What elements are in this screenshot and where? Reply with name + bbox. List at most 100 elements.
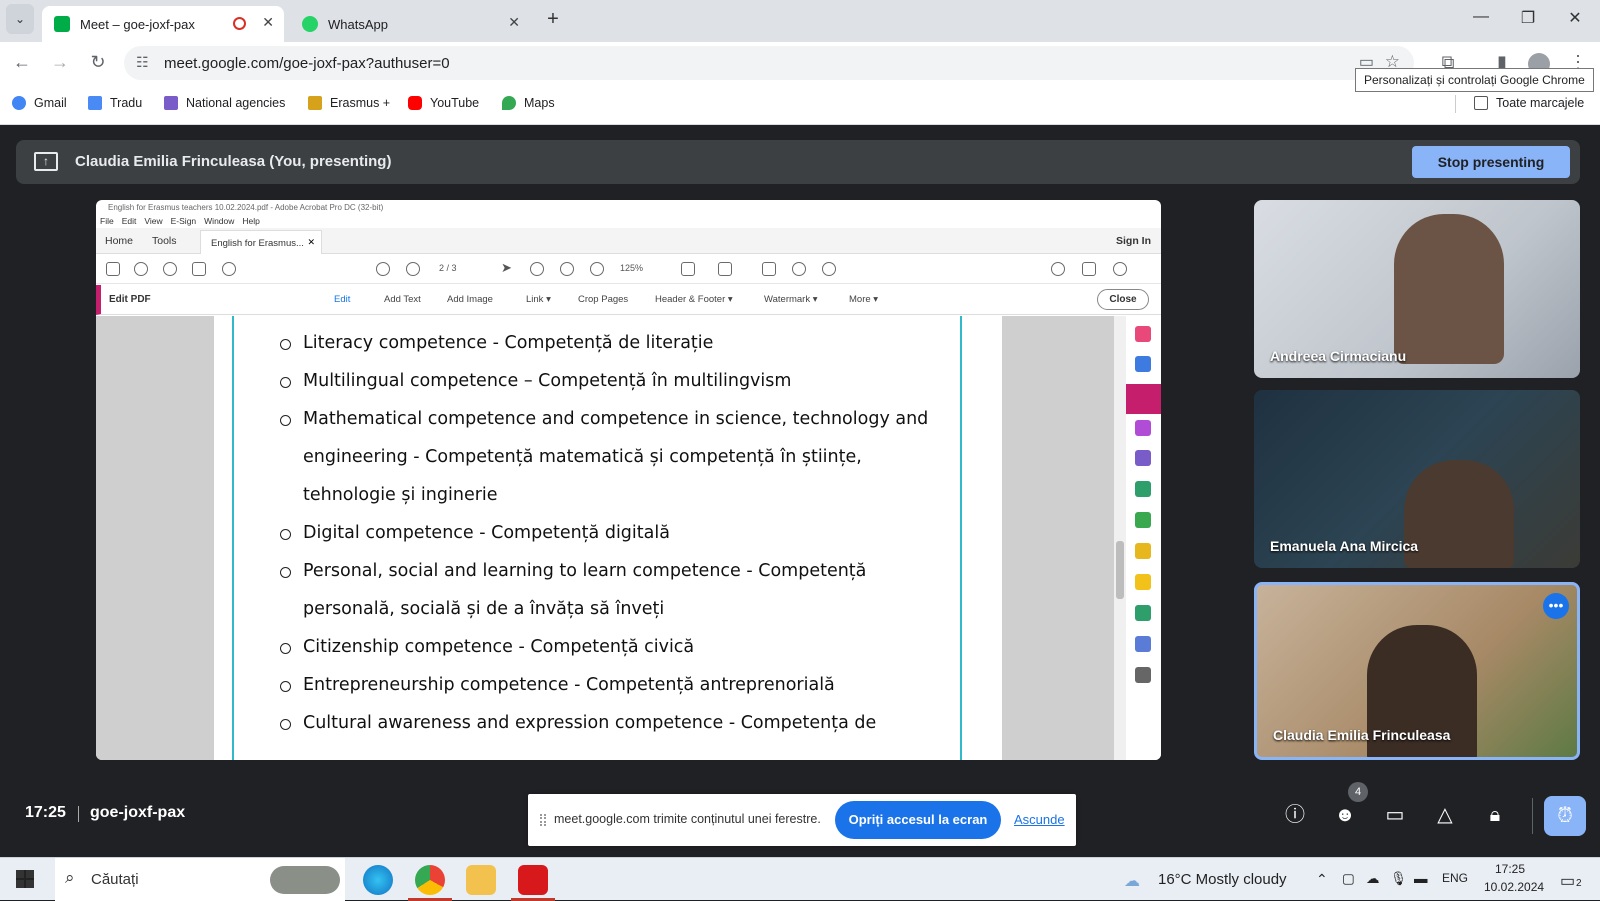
select-cursor-icon[interactable]: ➤ bbox=[501, 260, 515, 275]
comment-tool-icon[interactable] bbox=[1135, 574, 1151, 590]
link-tool[interactable]: Link ▾ bbox=[526, 294, 551, 305]
bookmark-erasmus[interactable]: Erasmus + bbox=[308, 96, 390, 110]
file-explorer-icon[interactable] bbox=[466, 865, 496, 895]
windows-start-icon[interactable] bbox=[16, 870, 34, 888]
cloud-icon[interactable]: ☁ bbox=[1366, 871, 1380, 887]
scan-icon[interactable] bbox=[1135, 543, 1151, 559]
network-icon[interactable]: ▢ bbox=[1342, 871, 1355, 887]
star-icon[interactable] bbox=[134, 262, 148, 276]
bookmark-youtube[interactable]: YouTube bbox=[408, 96, 479, 110]
alarm-clock-icon[interactable]: ⏰︎ bbox=[1544, 796, 1586, 836]
fit-page-icon[interactable] bbox=[681, 262, 695, 276]
more-tool[interactable]: More ▾ bbox=[849, 294, 878, 305]
forms-icon[interactable] bbox=[1135, 420, 1151, 436]
tab-search-chevron-icon[interactable]: ⌄ bbox=[6, 4, 34, 34]
page-indicator[interactable]: 2 / 3 bbox=[439, 263, 457, 273]
close-window-icon[interactable]: ✕ bbox=[1560, 8, 1590, 28]
save-icon[interactable] bbox=[106, 262, 120, 276]
add-text-tool[interactable]: Add Text bbox=[384, 294, 421, 305]
tab-document[interactable]: English for Erasmus... ✕ bbox=[200, 230, 322, 254]
export-icon[interactable] bbox=[1135, 481, 1151, 497]
battery-icon[interactable]: ▬ bbox=[1414, 871, 1428, 886]
acrobat-icon[interactable] bbox=[518, 865, 548, 895]
people-icon[interactable]: ☻ bbox=[1332, 802, 1358, 828]
scroll-thumb[interactable] bbox=[1116, 541, 1124, 599]
close-tab-icon[interactable]: ✕ bbox=[508, 14, 520, 31]
crop-pages-tool[interactable]: Crop Pages bbox=[578, 294, 628, 305]
new-tab-icon[interactable]: + bbox=[538, 8, 568, 31]
close-edit-button[interactable]: Close bbox=[1097, 289, 1149, 310]
taskbar-search[interactable]: ⌕ Căutați bbox=[55, 858, 345, 901]
scroll-mode-icon[interactable] bbox=[718, 262, 732, 276]
bookmark-tradu[interactable]: Tradu bbox=[88, 96, 142, 110]
system-time[interactable]: 17:25 bbox=[1495, 862, 1525, 876]
notifications-icon[interactable]: ▭ bbox=[1560, 871, 1575, 891]
zoom-search-icon[interactable] bbox=[222, 262, 236, 276]
print-production-icon[interactable] bbox=[1135, 605, 1151, 621]
hide-link[interactable]: Ascunde bbox=[1014, 812, 1065, 827]
host-controls-icon[interactable]: 🔒︎ bbox=[1482, 802, 1508, 828]
create-pdf-icon[interactable] bbox=[1135, 326, 1151, 342]
bookmark-gmail[interactable]: Gmail bbox=[12, 96, 67, 110]
participant-tile[interactable]: Andreea Cirmacianu bbox=[1254, 200, 1580, 378]
watermark-tool[interactable]: Watermark ▾ bbox=[764, 294, 818, 305]
stop-presenting-button[interactable]: Stop presenting bbox=[1412, 146, 1570, 178]
weather-text[interactable]: 16°C Mostly cloudy bbox=[1158, 871, 1287, 888]
zoom-in-icon[interactable] bbox=[590, 262, 604, 276]
more-options-icon[interactable]: ••• bbox=[1543, 593, 1569, 619]
upload-icon[interactable] bbox=[163, 262, 177, 276]
menu-esign[interactable]: E-Sign bbox=[171, 216, 197, 226]
share-link-icon[interactable] bbox=[1051, 262, 1065, 276]
page-down-icon[interactable] bbox=[406, 262, 420, 276]
minimize-icon[interactable]: — bbox=[1466, 8, 1496, 26]
tab-home[interactable]: Home bbox=[105, 235, 133, 247]
combine-icon[interactable] bbox=[1135, 356, 1151, 372]
comment-icon[interactable] bbox=[762, 262, 776, 276]
tab-meet[interactable]: Meet – goe-joxf-pax ✕ bbox=[42, 6, 284, 42]
menu-edit[interactable]: Edit bbox=[122, 216, 137, 226]
close-document-icon[interactable]: ✕ bbox=[307, 237, 315, 248]
tab-tools[interactable]: Tools bbox=[152, 235, 177, 247]
more-tools-icon[interactable] bbox=[1135, 667, 1151, 683]
stop-sharing-button[interactable]: Opriți accesul la ecran bbox=[835, 801, 1001, 839]
meeting-info-icon[interactable]: ⓘ bbox=[1282, 802, 1308, 828]
reload-icon[interactable]: ↻ bbox=[86, 52, 110, 73]
show-hidden-icons[interactable]: ⌃ bbox=[1316, 871, 1328, 888]
omnibox[interactable]: ☷ meet.google.com/goe-joxf-pax?authuser=… bbox=[124, 46, 1414, 80]
page-up-icon[interactable] bbox=[376, 262, 390, 276]
edge-icon[interactable] bbox=[363, 865, 393, 895]
menu-file[interactable]: File bbox=[100, 216, 114, 226]
sign-in-link[interactable]: Sign In bbox=[1116, 235, 1151, 247]
back-icon[interactable]: ← bbox=[10, 52, 34, 73]
drag-handle-icon[interactable] bbox=[540, 814, 546, 826]
print-icon[interactable] bbox=[192, 262, 206, 276]
weather-icon[interactable]: ☁ bbox=[1124, 871, 1140, 891]
microphone-icon[interactable]: 🎙︎ bbox=[1390, 871, 1407, 887]
forward-icon[interactable]: → bbox=[48, 52, 72, 73]
system-date[interactable]: 10.02.2024 bbox=[1484, 880, 1544, 894]
vertical-scrollbar[interactable] bbox=[1114, 316, 1126, 760]
sign-icon[interactable] bbox=[822, 262, 836, 276]
menu-help[interactable]: Help bbox=[242, 216, 259, 226]
zoom-level[interactable]: 125% bbox=[620, 263, 643, 273]
url-text[interactable]: meet.google.com/goe-joxf-pax?authuser=0 bbox=[164, 55, 450, 72]
menu-view[interactable]: View bbox=[144, 216, 162, 226]
all-bookmarks[interactable]: Toate marcajele bbox=[1474, 96, 1584, 110]
tab-whatsapp[interactable]: WhatsApp ✕ bbox=[290, 6, 530, 42]
hand-icon[interactable] bbox=[530, 262, 544, 276]
protect-icon[interactable] bbox=[1135, 636, 1151, 652]
fill-sign-icon[interactable] bbox=[1135, 450, 1151, 466]
chat-icon[interactable]: ▭ bbox=[1382, 802, 1408, 828]
edit-tool[interactable]: Edit bbox=[334, 294, 350, 305]
add-user-icon[interactable] bbox=[1113, 262, 1127, 276]
bookmark-maps[interactable]: Maps bbox=[502, 96, 555, 110]
bookmark-national-agencies[interactable]: National agencies bbox=[164, 96, 285, 110]
add-image-tool[interactable]: Add Image bbox=[447, 294, 493, 305]
menu-window[interactable]: Window bbox=[204, 216, 234, 226]
organize-icon[interactable] bbox=[1135, 512, 1151, 528]
language-indicator[interactable]: ENG bbox=[1442, 871, 1468, 885]
highlight-pen-icon[interactable] bbox=[792, 262, 806, 276]
restore-icon[interactable]: ❐ bbox=[1513, 8, 1543, 28]
activities-icon[interactable]: △ bbox=[1432, 802, 1458, 828]
edit-pdf-tool-icon[interactable] bbox=[1126, 384, 1161, 414]
